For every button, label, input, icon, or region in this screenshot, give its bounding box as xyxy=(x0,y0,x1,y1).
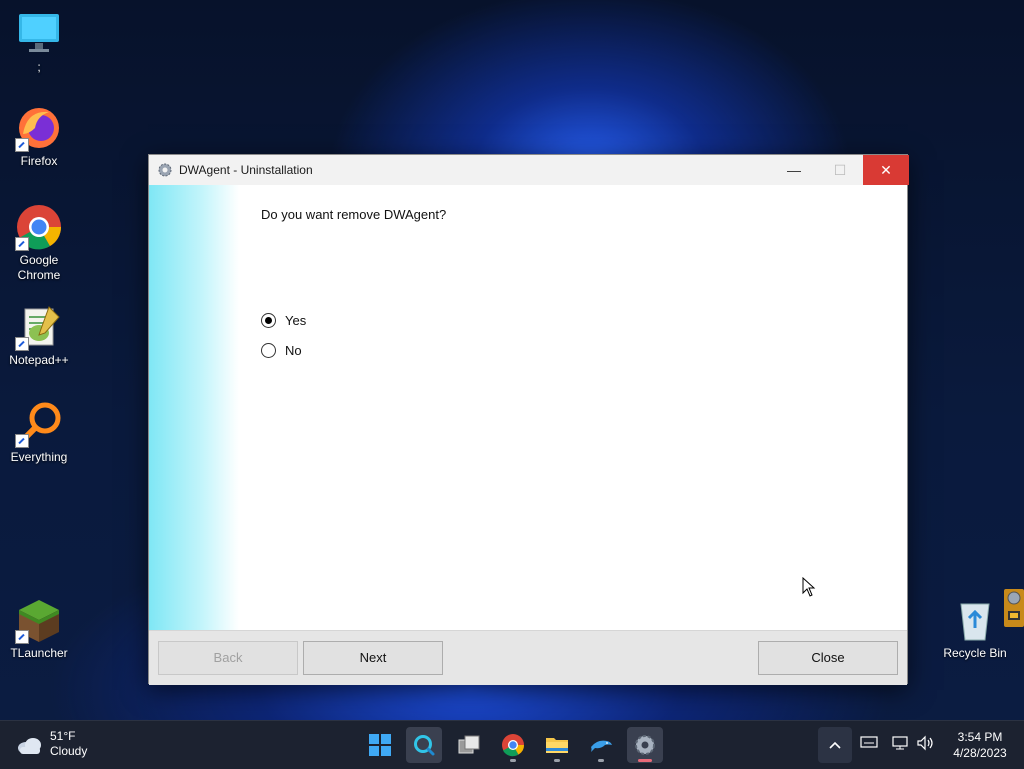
weather-temp: 51°F xyxy=(50,729,76,743)
minecraft-block-icon xyxy=(15,596,63,644)
weather-widget[interactable]: 51°F Cloudy xyxy=(16,729,87,759)
radio-option-no[interactable]: No xyxy=(261,343,302,358)
weather-condition: Cloudy xyxy=(50,744,88,758)
desktop-icon-google-chrome[interactable]: Google Chrome xyxy=(7,203,71,283)
maximize-button[interactable]: ☐ xyxy=(817,155,863,185)
back-button[interactable]: Back xyxy=(158,641,298,675)
title-bar[interactable]: DWAgent - Uninstallation — ☐ ✕ xyxy=(149,155,909,186)
magnifier-icon xyxy=(15,400,63,448)
desktop-icon-this-pc[interactable]: ; xyxy=(7,10,71,75)
desktop-icon-firefox[interactable]: Firefox xyxy=(7,104,71,169)
taskbar-file-explorer-button[interactable] xyxy=(539,727,575,763)
desktop-icon-label: TLauncher xyxy=(10,646,68,660)
clock-time: 3:54 PM xyxy=(957,730,1003,744)
dolphin-icon xyxy=(591,740,612,752)
running-indicator xyxy=(598,759,604,762)
taskbar-dwagent-button[interactable] xyxy=(627,727,663,763)
running-indicator xyxy=(510,759,516,762)
chrome-icon xyxy=(15,203,63,251)
shortcut-arrow-icon xyxy=(15,337,29,351)
running-indicator xyxy=(638,759,652,762)
next-button[interactable]: Next xyxy=(303,641,443,675)
start-button[interactable] xyxy=(362,727,398,763)
uninstall-question: Do you want remove DWAgent? xyxy=(261,207,447,222)
search-icon xyxy=(414,735,435,756)
dialog-footer: Back Next Close xyxy=(149,630,907,685)
desktop-icon-label: Recycle Bin xyxy=(943,646,1007,660)
shortcut-arrow-icon xyxy=(15,138,29,152)
dwagent-tray-overlay-icon[interactable] xyxy=(1004,589,1024,627)
desktop-icon-recycle-bin[interactable]: Recycle Bin xyxy=(942,596,1008,661)
chevron-up-icon xyxy=(829,741,841,749)
system-clock[interactable]: 3:54 PM 4/28/2023 xyxy=(942,729,1018,761)
show-hidden-icons-button[interactable] xyxy=(818,727,852,763)
cloud-icon xyxy=(18,738,41,754)
close-button[interactable]: Close xyxy=(758,641,898,675)
task-view-button[interactable] xyxy=(451,727,487,763)
recycle-bin-icon xyxy=(951,596,999,644)
firefox-icon xyxy=(15,104,63,152)
desktop-icon-everything[interactable]: Everything xyxy=(7,400,71,465)
close-window-button[interactable]: ✕ xyxy=(863,155,909,185)
decorative-side-band xyxy=(149,185,239,630)
radio-no-label[interactable]: No xyxy=(285,343,302,358)
keyboard-layout-icon[interactable] xyxy=(860,735,878,752)
desktop-icon-label: Google Chrome xyxy=(17,253,61,282)
shortcut-arrow-icon xyxy=(15,237,29,251)
taskbar-search-button[interactable] xyxy=(406,727,442,763)
dialog-content: Do you want remove DWAgent? Yes No xyxy=(239,185,907,630)
network-icon[interactable] xyxy=(891,735,909,754)
desktop-icon-label: ; xyxy=(37,60,41,74)
monitor-icon xyxy=(15,10,63,58)
minimize-button[interactable]: — xyxy=(771,155,817,185)
gear-icon xyxy=(157,162,173,178)
gear-icon xyxy=(635,735,655,755)
folder-icon xyxy=(546,738,568,753)
desktop-icon-tlauncher[interactable]: TLauncher xyxy=(7,596,71,661)
chrome-icon xyxy=(502,734,524,757)
shortcut-arrow-icon xyxy=(15,630,29,644)
radio-no[interactable] xyxy=(261,343,276,358)
radio-yes-label[interactable]: Yes xyxy=(285,313,306,328)
radio-option-yes[interactable]: Yes xyxy=(261,313,306,328)
running-indicator xyxy=(554,759,560,762)
task-view-icon xyxy=(458,735,480,754)
window-title: DWAgent - Uninstallation xyxy=(179,163,313,177)
clock-date: 4/28/2023 xyxy=(953,746,1007,760)
desktop-icon-label: Everything xyxy=(10,450,68,464)
shortcut-arrow-icon xyxy=(15,434,29,448)
taskbar-chrome-button[interactable] xyxy=(495,727,531,763)
radio-yes[interactable] xyxy=(261,313,276,328)
notepad-plus-plus-icon xyxy=(15,303,63,351)
mouse-cursor-icon xyxy=(802,577,816,597)
desktop-icon-label: Firefox xyxy=(20,154,58,168)
windows-logo-icon xyxy=(369,734,391,756)
taskbar-dolphin-app-button[interactable] xyxy=(583,727,619,763)
uninstall-dialog: DWAgent - Uninstallation — ☐ ✕ Do you wa… xyxy=(148,154,909,685)
volume-icon[interactable] xyxy=(916,735,936,754)
desktop-icon-notepad-plus-plus[interactable]: Notepad++ xyxy=(7,303,71,368)
desktop-icon-label: Notepad++ xyxy=(9,353,69,367)
taskbar: 51°F Cloudy 3:54 PM 4/28/2023 xyxy=(0,720,1024,769)
